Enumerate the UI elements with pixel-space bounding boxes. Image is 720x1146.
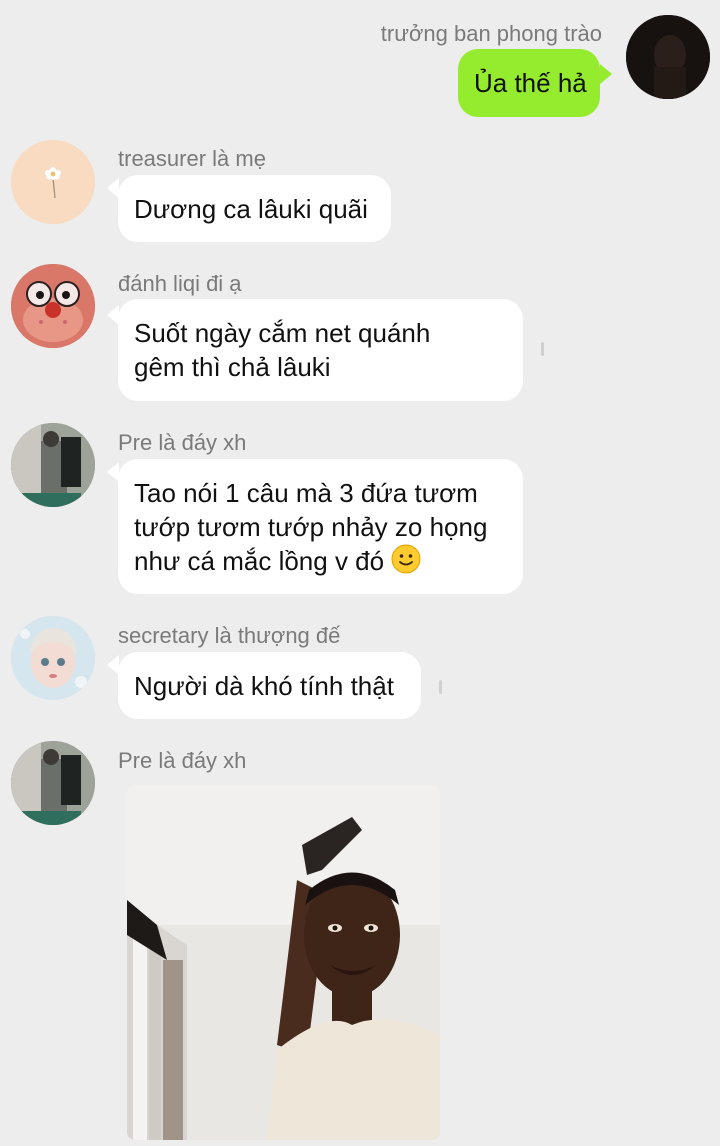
sender-name: treasurer là mẹ <box>118 146 266 171</box>
avatar[interactable] <box>626 15 710 99</box>
avatar[interactable] <box>11 264 95 348</box>
message-text: Ủa thế hả <box>474 68 587 98</box>
avatar[interactable] <box>11 423 95 507</box>
avatar[interactable] <box>11 741 95 825</box>
bubble-tail <box>600 64 612 84</box>
photo-message[interactable] <box>127 785 440 1140</box>
message-text-line: như cá mắc lồng v đó <box>134 544 507 582</box>
daisy-flower-icon <box>11 140 95 224</box>
message-text-line: Tao nói 1 câu mà 3 đứa tươm <box>134 478 478 508</box>
message-text-line: gêm thì chả lâuki <box>134 352 331 382</box>
sender-name: trưởng ban phong trào <box>380 21 602 46</box>
message-text: Dương ca lâuki quãi <box>134 194 368 224</box>
sender-name: Pre là đáy xh <box>118 430 247 455</box>
slightly-smiling-face-icon <box>391 544 421 582</box>
message-bubble-incoming[interactable]: Suốt ngày cắm net quánh gêm thì chả lâuk… <box>118 299 523 401</box>
sender-name: Pre là đáy xh <box>118 748 247 773</box>
person-photo-avatar-icon <box>11 741 95 825</box>
message-text: Người dà khó tính thật <box>134 671 394 701</box>
divider <box>541 342 544 356</box>
message-text-segment: như cá mắc lồng v đó <box>134 546 385 576</box>
selfie-photo-icon <box>127 785 440 1140</box>
avatar[interactable] <box>11 140 95 224</box>
divider <box>439 680 442 694</box>
cartoon-face-avatar-icon <box>11 264 95 348</box>
message-bubble-incoming[interactable]: Người dà khó tính thật <box>118 652 421 719</box>
anime-girl-avatar-icon <box>11 616 95 700</box>
sender-name: đánh liqi đi ạ <box>118 271 242 296</box>
message-bubble-incoming[interactable]: Tao nói 1 câu mà 3 đứa tươm tướp tươm tư… <box>118 459 523 594</box>
avatar-image-icon <box>626 15 710 99</box>
person-photo-avatar-icon <box>11 423 95 507</box>
message-bubble-outgoing[interactable]: Ủa thế hả <box>458 49 600 117</box>
message-text-line: Suốt ngày cắm net quánh <box>134 318 431 348</box>
message-text-line: tướp tươm tướp nhảy zo họng <box>134 512 488 542</box>
sender-name: secretary là thượng đế <box>118 623 341 648</box>
avatar[interactable] <box>11 616 95 700</box>
message-bubble-incoming[interactable]: Dương ca lâuki quãi <box>118 175 391 242</box>
